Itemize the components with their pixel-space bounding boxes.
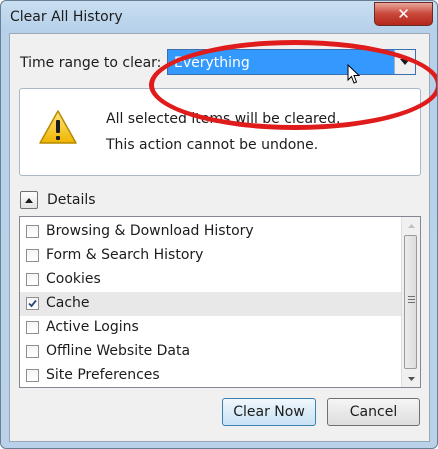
scroll-up-arrow-icon (407, 223, 415, 228)
close-button[interactable]: ✕ (374, 2, 433, 26)
grip-icon (408, 296, 415, 305)
item-label: Cookies (46, 271, 101, 287)
warning-text-line2: This action cannot be undone. (106, 137, 319, 153)
list-item-site-preferences[interactable]: Site Preferences (20, 364, 401, 388)
dialog-window: Clear All History ✕ Time range to clear:… (0, 0, 438, 449)
scroll-up-button[interactable] (402, 217, 420, 234)
list-item-active-logins[interactable]: Active Logins (20, 316, 401, 340)
list-item-browsing-download-history[interactable]: Browsing & Download History (20, 220, 401, 244)
time-range-label: Time range to clear: (20, 55, 162, 71)
item-label: Active Logins (46, 319, 139, 335)
annotation-highlight-ellipse (149, 40, 437, 130)
scroll-down-arrow-icon (407, 376, 415, 381)
item-label: Browsing & Download History (46, 223, 254, 239)
checkbox[interactable] (26, 321, 39, 334)
title-bar[interactable]: Clear All History ✕ (1, 1, 437, 33)
scroll-thumb[interactable] (404, 235, 417, 369)
checkbox[interactable] (26, 297, 39, 310)
chevron-up-icon (25, 197, 33, 203)
checkbox[interactable] (26, 225, 39, 238)
window-title: Clear All History (10, 9, 123, 25)
cancel-button[interactable]: Cancel (327, 398, 420, 426)
list-item-form-search-history[interactable]: Form & Search History (20, 244, 401, 268)
scroll-down-button[interactable] (402, 370, 420, 387)
clear-now-button[interactable]: Clear Now (222, 398, 316, 426)
item-label: Offline Website Data (46, 343, 191, 359)
item-label: Site Preferences (46, 367, 160, 383)
details-toggle-button[interactable] (20, 191, 38, 209)
history-items-list: Browsing & Download History Form & Searc… (19, 216, 421, 388)
warning-icon (39, 110, 77, 144)
list-item-cookies[interactable]: Cookies (20, 268, 401, 292)
checkbox[interactable] (26, 273, 39, 286)
list-scrollbar[interactable] (401, 217, 420, 387)
details-label[interactable]: Details (47, 192, 96, 208)
checkbox[interactable] (26, 345, 39, 358)
dialog-content: Time range to clear: Everything All sele… (9, 33, 437, 442)
list-item-cache[interactable]: Cache (20, 292, 401, 316)
item-label: Form & Search History (46, 247, 204, 263)
close-icon: ✕ (397, 4, 410, 23)
list-item-offline-website-data[interactable]: Offline Website Data (20, 340, 401, 364)
checkbox[interactable] (26, 369, 39, 382)
checkbox[interactable] (26, 249, 39, 262)
checkmark-icon (28, 299, 37, 308)
item-label: Cache (46, 295, 90, 311)
